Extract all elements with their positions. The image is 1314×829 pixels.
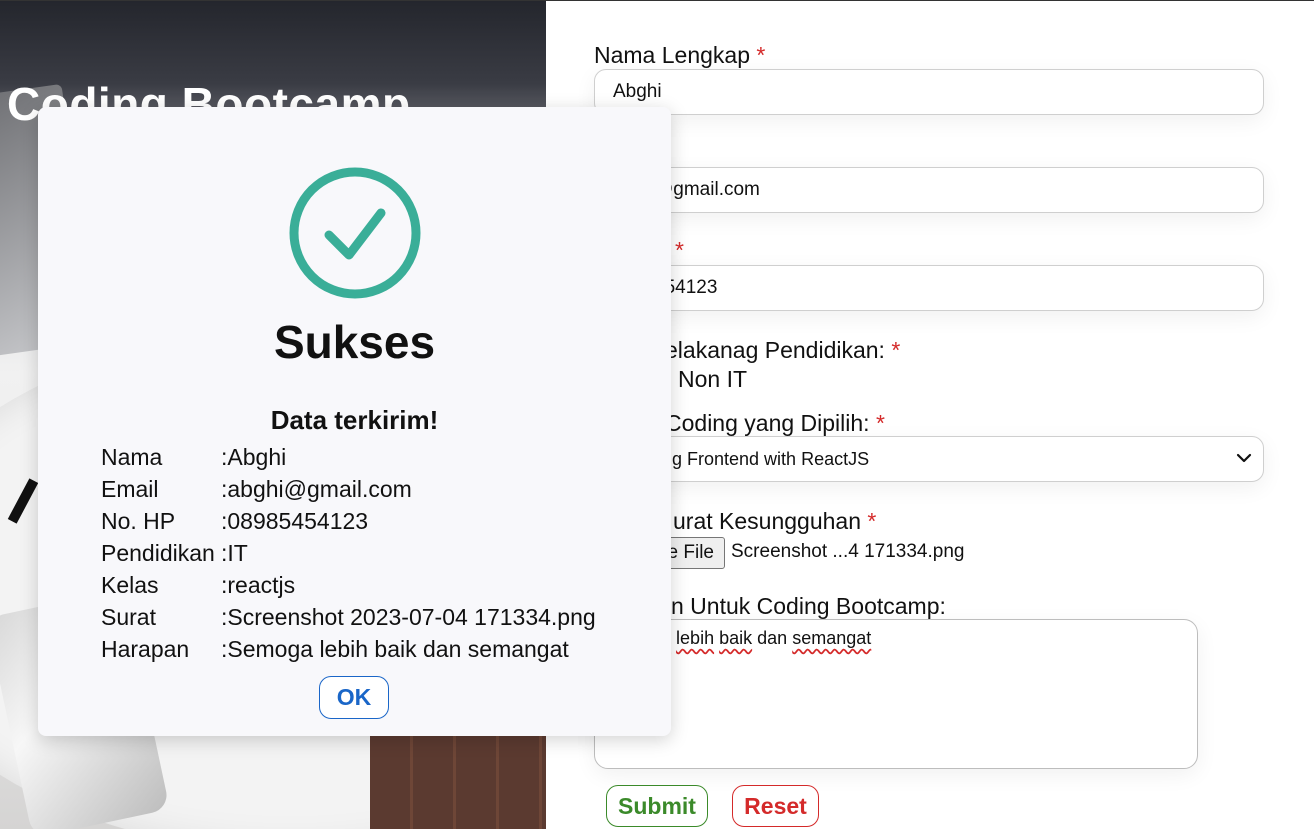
detail-value: :abghi@gmail.com (221, 476, 412, 502)
detail-value: :Screenshot 2023-07-04 171334.png (221, 604, 596, 630)
required-mark: * (891, 337, 901, 363)
required-mark: * (867, 508, 877, 534)
pendidikan-label-text: elakanag Pendidikan: (665, 337, 885, 363)
chevron-down-icon (1236, 453, 1252, 463)
submit-button[interactable]: Submit (606, 785, 708, 827)
floor-image (370, 736, 546, 829)
detail-key: Nama (101, 444, 163, 470)
detail-key: Pendidikan (101, 540, 215, 566)
harapan-word: lebih (676, 628, 715, 648)
harapan-word: semangat (792, 628, 872, 648)
detail-key: Kelas (101, 572, 159, 598)
success-modal: Sukses Data terkirim! Nama :Abghi Email … (38, 107, 671, 736)
modal-title: Sukses (273, 316, 436, 368)
harapan-word: baik (719, 628, 753, 648)
kelas-select-value: g Frontend with ReactJS (672, 449, 870, 469)
kelas-select[interactable]: g Frontend with ReactJS (594, 436, 1264, 482)
nama-input[interactable]: Abghi (594, 69, 1264, 115)
kelas-label: Coding yang Dipilih: * (665, 410, 885, 437)
harapan-textarea[interactable]: ga lebih baik dan semangat (594, 619, 1198, 769)
pendidikan-option-non-it[interactable]: Non IT (678, 366, 747, 393)
email-input[interactable]: @gmail.com (594, 167, 1264, 213)
file-name-text: Screenshot ...4 171334.png (731, 541, 965, 562)
harapan-word: dan (757, 628, 788, 648)
detail-key: No. HP (101, 508, 176, 534)
check-circle-icon (289, 167, 421, 299)
kelas-label-text: Coding yang Dipilih: (665, 410, 870, 436)
pendidikan-label: elakanag Pendidikan: * (665, 337, 900, 364)
harapan-label: n Untuk Coding Bootcamp: (671, 593, 946, 619)
ok-button[interactable]: OK (319, 676, 389, 719)
detail-key: Surat (101, 604, 156, 630)
nama-label: Nama Lengkap * (594, 42, 765, 69)
detail-value: :IT (221, 540, 248, 566)
reset-button[interactable]: Reset (732, 785, 819, 827)
detail-value: :reactjs (221, 572, 296, 598)
hp-input[interactable]: 454123 (594, 265, 1264, 311)
required-mark: * (756, 42, 766, 68)
surat-label-text: urat Kesungguhan (673, 508, 861, 534)
detail-value: :Semoga lebih baik dan semangat (221, 636, 569, 662)
detail-key: Email (101, 476, 159, 502)
detail-value: :Abghi (221, 444, 287, 470)
detail-key: Harapan (101, 636, 190, 662)
hp-required-mark: * (675, 237, 684, 263)
nama-label-text: Nama Lengkap (594, 42, 750, 68)
surat-label: urat Kesungguhan * (673, 508, 876, 535)
nama-input-value: Abghi (613, 81, 662, 102)
required-mark: * (875, 410, 885, 436)
modal-subtitle: Data terkirim! (270, 405, 439, 435)
detail-value: :08985454123 (221, 508, 369, 534)
